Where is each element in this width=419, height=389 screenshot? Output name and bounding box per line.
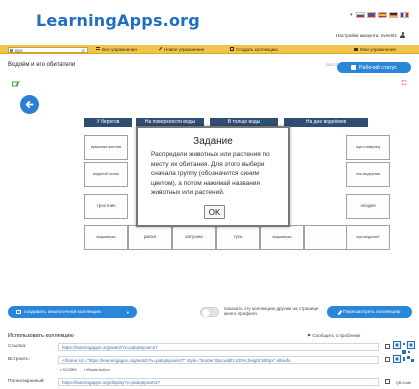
- use-collection-title: Использовать коллекцию: [8, 333, 74, 339]
- dialog-text: Распредели животных или растения по мест…: [151, 151, 270, 196]
- report-problem-link[interactable]: ⚑ Сообщить о проблеме: [307, 333, 360, 339]
- link-field[interactable]: https://learningapps.org/watch?v=pabq6po…: [58, 343, 379, 351]
- view-collection-button[interactable]: Пересмотреть коллекцию: [327, 306, 412, 318]
- puzzle-piece[interactable]: [304, 225, 348, 250]
- nav-my-exercises-label: Мои упражнения: [360, 46, 396, 52]
- ibooks-link[interactable]: ▪ iBooks Author: [84, 368, 110, 372]
- fullscreen-icon[interactable]: ⛶: [402, 81, 406, 88]
- puzzle-piece[interactable]: водомерка: [260, 225, 304, 250]
- show-on-profile-toggle[interactable]: [200, 307, 219, 317]
- report-problem-label: Сообщить о проблеме: [312, 333, 361, 338]
- puzzle-piece[interactable]: жук-плавунец: [346, 135, 390, 160]
- puzzle-piece[interactable]: водомерка: [84, 225, 128, 250]
- puzzle-piece[interactable]: кувшинка желтая: [84, 135, 128, 160]
- site-logo[interactable]: LearningApps.org: [36, 11, 200, 30]
- puzzle-piece[interactable]: ель-ведерная: [346, 162, 390, 187]
- status-button[interactable]: Рабочий статус: [337, 62, 411, 73]
- site-header: LearningApps.org ▾ Настройки аккаунта: s…: [0, 0, 419, 45]
- scorm-link[interactable]: ▪ SCORM: [60, 368, 77, 372]
- puzzle-piece[interactable]: элодея: [346, 194, 390, 219]
- puzzle-piece[interactable]: катушка: [172, 225, 216, 250]
- show-on-profile-label: показать эту коллекцию другим на страниц…: [224, 306, 319, 317]
- view-collection-label: Пересмотреть коллекцию: [343, 309, 401, 315]
- column-header[interactable]: У берегов: [84, 118, 132, 127]
- nav-new-exercise[interactable]: Новое упражнение: [158, 46, 205, 52]
- puzzle-piece[interactable]: водяной ослик: [84, 162, 128, 187]
- create-similar-label: создавать аналогичной коллекции: [24, 309, 101, 315]
- language-flags: ▾: [350, 12, 409, 18]
- search-input[interactable]: про ⊗: [8, 46, 88, 54]
- search-input-value: про: [15, 47, 23, 53]
- chevron-down-icon[interactable]: ▾: [350, 12, 353, 18]
- embed-field[interactable]: <iframe src="https://learningapps.org/wa…: [58, 356, 379, 364]
- account-settings-label: Настройки аккаунта: sveet01: [335, 32, 397, 38]
- flag-icon-es[interactable]: [377, 12, 387, 18]
- puzzle-piece[interactable]: тростник: [84, 194, 128, 219]
- search-icon: [10, 48, 13, 52]
- flag-icon: ⚑: [307, 333, 312, 338]
- nav-new-exercise-label: Новое упражнение: [164, 46, 205, 52]
- fullscreen-field[interactable]: https://learningapps.org/display?v=pabq6…: [58, 378, 379, 386]
- task-dialog: Задание Распредели животных или растения…: [136, 126, 290, 227]
- dialog-title: Задание: [193, 136, 233, 147]
- folder-icon: [354, 48, 358, 52]
- flag-icon-gb[interactable]: [366, 12, 376, 18]
- nav-my-exercises[interactable]: Мои упражнения: [354, 47, 396, 52]
- back-button[interactable]: [20, 95, 39, 114]
- grid-icon: [96, 47, 100, 52]
- nav-all-exercises-label: Все упражнения: [102, 46, 137, 52]
- page-title: Водоём и его обитатели: [8, 62, 76, 68]
- edit-icon[interactable]: [12, 81, 20, 88]
- copy-icon[interactable]: [385, 357, 390, 362]
- nav-create-collection-label: Создать коллекцию: [236, 46, 278, 52]
- clear-icon[interactable]: ⊗: [81, 48, 85, 54]
- briefcase-icon: [351, 65, 357, 70]
- account-settings[interactable]: Настройки аккаунта: sveet01: [336, 32, 405, 38]
- qr-code-icon[interactable]: [393, 341, 415, 363]
- flag-icon-fr[interactable]: [399, 12, 409, 18]
- edit-icon: [16, 310, 21, 314]
- user-icon: [400, 32, 405, 38]
- ok-button[interactable]: OK: [204, 205, 225, 219]
- nav-create-collection[interactable]: Создать коллекцию: [230, 47, 278, 52]
- copy-icon[interactable]: [385, 379, 390, 384]
- chevron-down-icon: ▾: [126, 309, 129, 315]
- copy-icon[interactable]: [385, 344, 390, 349]
- pencil-icon: [337, 309, 342, 315]
- fullscreen-label: Полноэкранный:: [8, 379, 45, 384]
- puzzle-piece[interactable]: жук-водолюб: [346, 225, 390, 250]
- scorm-label: SCORM: [62, 368, 77, 372]
- embed-label: Встроить:: [8, 357, 30, 362]
- puzzle-piece[interactable]: раска: [128, 225, 172, 250]
- qr-code-caption: QR-Code: [396, 381, 411, 385]
- create-similar-button[interactable]: создавать аналогичной коллекции ▾: [8, 306, 137, 318]
- status-button-label: Рабочий статус: [359, 64, 397, 71]
- ibooks-label: iBooks Author: [86, 368, 110, 372]
- main-nav: про ⊗ Все упражнения Новое упражнение Со…: [0, 45, 419, 54]
- toggle-knob: [201, 308, 210, 317]
- link-label: Ссылка:: [8, 344, 27, 349]
- flag-icon-ru[interactable]: [355, 12, 365, 18]
- flag-icon-de[interactable]: [388, 12, 398, 18]
- pencil-icon: [158, 47, 164, 52]
- puzzle-piece[interactable]: тусь: [216, 225, 260, 250]
- collection-icon: [230, 47, 234, 52]
- nav-all-exercises[interactable]: Все упражнения: [96, 47, 137, 52]
- arrow-left-icon: [25, 100, 34, 109]
- column-header[interactable]: На дне водоёмов: [284, 118, 368, 127]
